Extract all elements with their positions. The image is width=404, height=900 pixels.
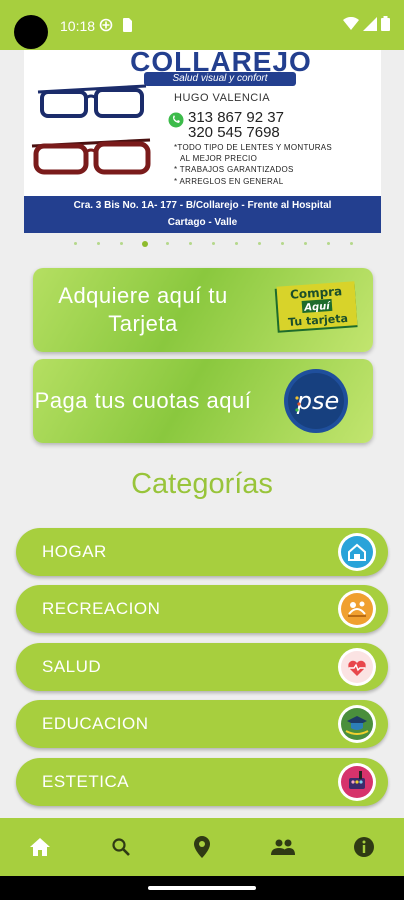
banner-phone-1: 313 867 92 37: [188, 109, 284, 126]
home-indicator[interactable]: [148, 886, 256, 890]
ad-banner[interactable]: COLLAREJO Salud visual y confort HUGO VA…: [24, 50, 381, 233]
carousel-dot[interactable]: [317, 242, 340, 246]
beauty-icon: [338, 763, 376, 801]
carousel-dot[interactable]: [156, 242, 179, 246]
home-icon: [338, 533, 376, 571]
bottom-nav: [0, 818, 404, 876]
banner-city: Cartago - Valle: [24, 215, 381, 233]
category-hogar[interactable]: HOGAR: [16, 528, 388, 576]
banner-address: Cra. 3 Bis No. 1A- 177 - B/Collarejo - F…: [24, 196, 381, 215]
carousel-dot[interactable]: [248, 242, 271, 246]
status-bar: 10:18: [0, 0, 404, 50]
carousel-dot[interactable]: [64, 242, 87, 246]
info-icon: [354, 837, 374, 857]
category-estetica[interactable]: ESTETICA: [16, 758, 388, 806]
banner-note: AL MEJOR PRECIO: [180, 154, 258, 163]
category-educacion[interactable]: EDUCACION: [16, 700, 388, 748]
banner-note: *TODO TIPO DE LENTES Y MONTURAS: [174, 143, 333, 152]
people-icon: [271, 839, 295, 855]
battery-icon: [381, 16, 390, 36]
glasses-blue-image: [37, 84, 147, 118]
banner-phone-2: 320 545 7698: [188, 124, 280, 141]
status-time: 10:18: [60, 18, 96, 34]
carousel-dot[interactable]: [271, 242, 294, 246]
wifi-icon: [343, 16, 359, 36]
nav-search[interactable]: [81, 818, 161, 876]
pay-installments-label: Paga tus cuotas aquí: [34, 388, 252, 413]
banner-tagline: Salud visual y confort: [144, 72, 296, 86]
heart-icon: [338, 648, 376, 686]
camera-cutout: [14, 15, 48, 49]
category-label: EDUCACION: [42, 714, 149, 733]
recreation-icon: [338, 590, 376, 628]
education-icon: [338, 705, 376, 743]
nav-info[interactable]: [324, 818, 404, 876]
svg-text:pse: pse: [296, 387, 340, 415]
carousel-dot[interactable]: [133, 241, 156, 247]
home-icon: [30, 838, 50, 856]
carousel-dot[interactable]: [294, 242, 317, 246]
category-label: ESTETICA: [42, 772, 130, 791]
banner-note: * TRABAJOS GARANTIZADOS: [174, 165, 294, 174]
location-icon: [194, 836, 210, 858]
category-recreacion[interactable]: RECREACION: [16, 585, 388, 633]
nav-location[interactable]: [162, 818, 242, 876]
compra-tarjeta-badge: Compra Aquí Tu tarjeta: [274, 281, 358, 333]
buy-card-button[interactable]: Adquiere aquí tu Tarjeta Compra Aquí Tu …: [33, 268, 373, 352]
category-salud[interactable]: SALUD: [16, 643, 388, 691]
search-icon: [112, 838, 130, 856]
category-label: SALUD: [42, 657, 102, 676]
nav-people[interactable]: [243, 818, 323, 876]
signal-icon: [363, 16, 377, 36]
sim-card-icon: [122, 18, 132, 37]
carousel-dot[interactable]: [225, 242, 248, 246]
pse-logo-icon: pse: [284, 369, 348, 433]
nav-home[interactable]: [0, 818, 80, 876]
banner-owner: HUGO VALENCIA: [174, 92, 271, 104]
carousel-indicator[interactable]: [64, 241, 363, 247]
category-label: RECREACION: [42, 599, 161, 618]
carousel-dot[interactable]: [110, 242, 133, 246]
whatsapp-icon: [168, 112, 184, 128]
category-label: HOGAR: [42, 542, 107, 561]
banner-note: * ARREGLOS EN GENERAL: [174, 177, 284, 186]
data-saver-icon: [99, 18, 113, 37]
categories-title: Categorías: [131, 468, 273, 500]
carousel-dot[interactable]: [179, 242, 202, 246]
carousel-dot[interactable]: [87, 242, 110, 246]
carousel-dot[interactable]: [202, 242, 225, 246]
buy-card-label: Adquiere aquí tu Tarjeta: [58, 283, 228, 336]
svg-text:Aquí: Aquí: [303, 300, 332, 314]
banner-brand: COLLAREJO: [130, 50, 312, 77]
carousel-dot[interactable]: [340, 242, 363, 246]
pay-installments-button[interactable]: Paga tus cuotas aquí pse: [33, 359, 373, 443]
glasses-red-image: [31, 138, 151, 175]
